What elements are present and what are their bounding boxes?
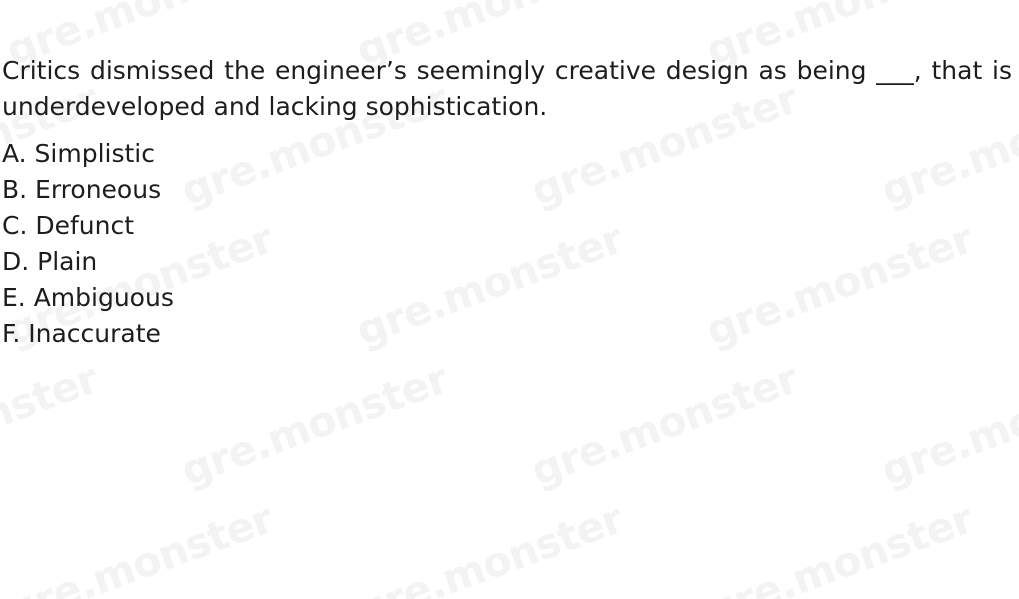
- option-e[interactable]: E. Ambiguous: [2, 280, 602, 316]
- answer-options-list: A. Simplistic B. Erroneous C. Defunct D.…: [2, 136, 602, 352]
- option-c[interactable]: C. Defunct: [2, 208, 602, 244]
- option-b[interactable]: B. Erroneous: [2, 172, 602, 208]
- watermark-text: gre.monster: [0, 354, 105, 496]
- question-text: Critics dismissed the engineer’s seeming…: [2, 56, 1012, 121]
- option-d[interactable]: D. Plain: [2, 244, 602, 280]
- watermark-text: gre.monster: [350, 494, 630, 599]
- option-a[interactable]: A. Simplistic: [2, 136, 602, 172]
- watermark-text: gre.monster: [175, 354, 455, 496]
- watermark-text: gre.monster: [700, 494, 980, 599]
- watermark-text: gre.monster: [700, 214, 980, 356]
- option-f[interactable]: F. Inaccurate: [2, 316, 602, 352]
- watermark-text: gre.monster: [875, 354, 1019, 496]
- watermark-text: gre.monster: [0, 494, 280, 599]
- watermark-text: gre.monster: [525, 354, 805, 496]
